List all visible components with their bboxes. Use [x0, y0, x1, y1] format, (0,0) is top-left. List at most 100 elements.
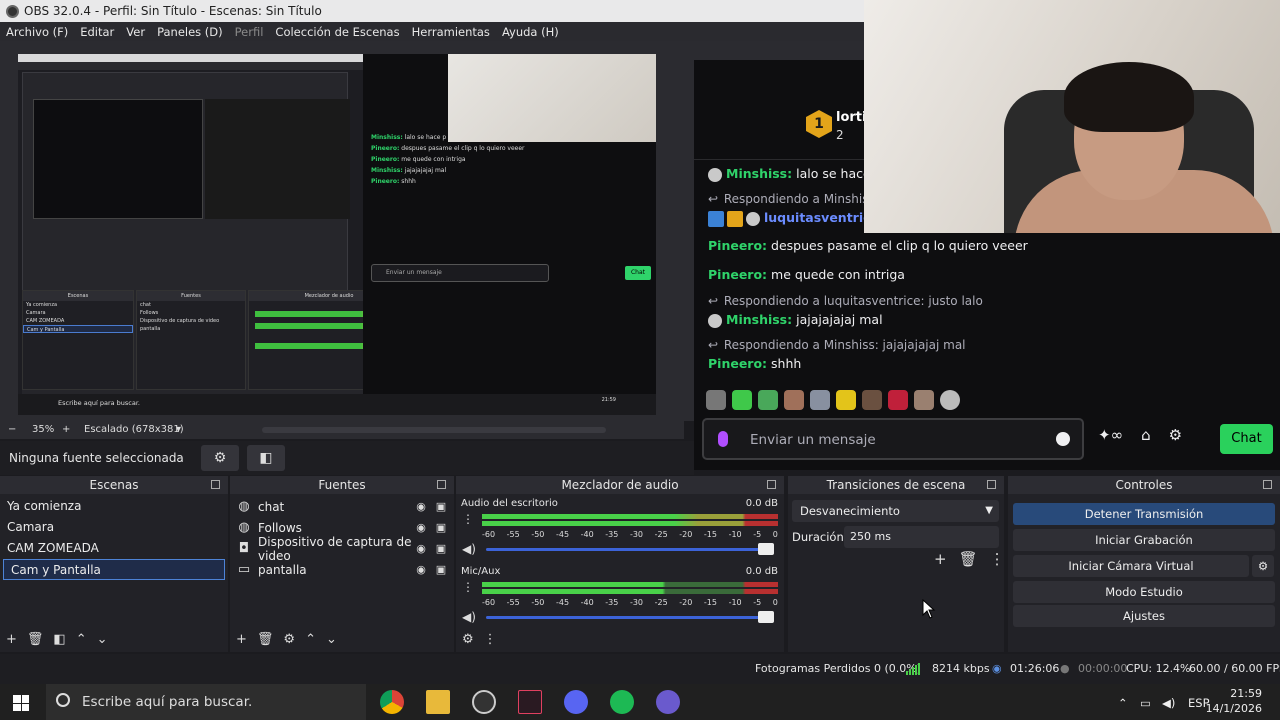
- obs-taskbar-icon[interactable]: [472, 690, 496, 714]
- trash-icon[interactable]: 🗑: [959, 550, 978, 568]
- source-filters-button[interactable]: ◧: [247, 445, 285, 471]
- duration-input[interactable]: 250 ms: [844, 526, 999, 548]
- move-down-icon[interactable]: ⌄: [326, 632, 337, 647]
- scene-item[interactable]: Camara: [0, 517, 228, 538]
- zoom-in-icon[interactable]: +: [62, 424, 70, 435]
- file-explorer-icon[interactable]: [426, 690, 450, 714]
- speaker-icon[interactable]: ◀): [462, 542, 476, 556]
- source-item[interactable]: ◘ Dispositivo de captura de video ◉ ▣: [230, 535, 454, 563]
- media-player-icon[interactable]: [656, 690, 680, 714]
- settings-button[interactable]: Ajustes: [1013, 605, 1275, 627]
- emote-icon[interactable]: [732, 390, 752, 410]
- chrome-icon[interactable]: [380, 690, 404, 714]
- eye-icon[interactable]: ◉: [414, 563, 428, 576]
- stop-streaming-button[interactable]: Detener Transmisión: [1013, 503, 1275, 525]
- emote-icon[interactable]: [758, 390, 778, 410]
- volume-slider[interactable]: [486, 543, 774, 555]
- source-properties-button[interactable]: ⚙: [201, 445, 239, 471]
- network-icon[interactable]: ▭: [1140, 696, 1151, 710]
- popout-icon[interactable]: [437, 480, 446, 489]
- source-item[interactable]: ◍ chat ◉ ▣: [230, 496, 454, 517]
- emote-icon[interactable]: [862, 390, 882, 410]
- virtual-camera-settings-button[interactable]: ⚙: [1252, 555, 1274, 577]
- scene-item-selected[interactable]: Cam y Pantalla: [3, 559, 225, 580]
- popout-icon[interactable]: [987, 480, 996, 489]
- tray-chevron-icon[interactable]: ⌃: [1118, 696, 1128, 710]
- menu-icon[interactable]: ⋮: [484, 632, 497, 647]
- popout-icon[interactable]: [767, 480, 776, 489]
- chevron-down-icon: ▼: [985, 505, 993, 516]
- menu-editar[interactable]: Editar: [80, 25, 114, 39]
- preview-scrollbar[interactable]: [262, 427, 606, 433]
- lock-icon[interactable]: ▣: [434, 521, 448, 534]
- scene-item[interactable]: Ya comienza: [0, 496, 228, 517]
- move-up-icon[interactable]: ⌃: [76, 632, 87, 647]
- start-virtual-camera-button[interactable]: Iniciar Cámara Virtual: [1013, 555, 1249, 577]
- zoom-out-icon[interactable]: −: [8, 424, 16, 435]
- preview-canvas[interactable]: Escenas Ya comienza Camara CAM ZOMEADA C…: [18, 54, 656, 415]
- volume-icon[interactable]: ◀): [1162, 696, 1175, 710]
- filter-icon[interactable]: ◧: [53, 632, 65, 647]
- emote-icon[interactable]: [888, 390, 908, 410]
- lock-icon[interactable]: ▣: [434, 500, 448, 513]
- menu-coleccion-escenas[interactable]: Colección de Escenas: [275, 25, 399, 39]
- scene-item[interactable]: CAM ZOMEADA: [0, 538, 228, 559]
- eye-icon[interactable]: ◉: [414, 500, 428, 513]
- emote-icon[interactable]: [784, 390, 804, 410]
- lock-icon[interactable]: ▣: [434, 563, 448, 576]
- studio-mode-button[interactable]: Modo Estudio: [1013, 581, 1275, 603]
- add-icon[interactable]: +: [236, 632, 247, 647]
- bits-icon[interactable]: ✦∞: [1098, 426, 1123, 444]
- add-icon[interactable]: +: [934, 550, 947, 568]
- popout-icon[interactable]: [211, 480, 220, 489]
- eye-icon[interactable]: ◉: [414, 542, 428, 555]
- eye-icon[interactable]: ◉: [414, 521, 428, 534]
- transition-select[interactable]: Desvanecimiento ▼: [792, 500, 999, 522]
- chat-message-input[interactable]: Enviar un mensaje: [702, 418, 1084, 460]
- volume-knob[interactable]: [758, 611, 774, 623]
- emote-icon[interactable]: [810, 390, 830, 410]
- lock-icon[interactable]: ▣: [434, 542, 448, 555]
- menu-herramientas[interactable]: Herramientas: [412, 25, 490, 39]
- scale-dropdown-icon[interactable]: ▾: [176, 424, 181, 435]
- emote-icon[interactable]: [836, 390, 856, 410]
- trash-icon[interactable]: 🗑: [257, 632, 274, 647]
- record-time: 00:00:00: [1078, 662, 1128, 675]
- spotify-icon[interactable]: [610, 690, 634, 714]
- volume-knob[interactable]: [758, 543, 774, 555]
- source-item[interactable]: ▭ pantalla ◉ ▣: [230, 559, 454, 580]
- windows-start-icon[interactable]: [13, 695, 29, 711]
- move-up-icon[interactable]: ⌃: [305, 632, 316, 647]
- menu-ayuda[interactable]: Ayuda (H): [502, 25, 559, 39]
- microphone-icon[interactable]: [718, 431, 728, 447]
- add-icon[interactable]: +: [6, 632, 17, 647]
- emote-icon[interactable]: [706, 390, 726, 410]
- emote-icon[interactable]: [914, 390, 934, 410]
- speaker-icon[interactable]: ◀): [462, 610, 476, 624]
- menu-paneles[interactable]: Paneles (D): [157, 25, 223, 39]
- menu-icon[interactable]: ⋮: [990, 550, 1005, 568]
- menu-perfil[interactable]: Perfil: [235, 25, 264, 39]
- channel-menu-icon[interactable]: ⋮: [462, 512, 474, 526]
- taskbar-search[interactable]: Escribe aquí para buscar.: [46, 684, 366, 720]
- store-icon[interactable]: ⌂: [1141, 426, 1151, 444]
- menu-archivo[interactable]: Archivo (F): [6, 25, 68, 39]
- taskbar-clock[interactable]: 21:59 14/1/2026: [1206, 686, 1262, 716]
- reply-arrow-icon: ↩: [708, 294, 719, 308]
- emoji-icon[interactable]: [1056, 432, 1070, 446]
- nested-webcam: [448, 54, 656, 142]
- gear-icon[interactable]: ⚙: [1169, 426, 1182, 444]
- move-down-icon[interactable]: ⌄: [97, 632, 108, 647]
- trash-icon[interactable]: 🗑: [27, 632, 44, 647]
- chat-send-button[interactable]: Chat: [1220, 424, 1273, 454]
- menu-ver[interactable]: Ver: [126, 25, 145, 39]
- volume-slider[interactable]: [486, 611, 774, 623]
- start-recording-button[interactable]: Iniciar Grabación: [1013, 529, 1275, 551]
- advanced-audio-icon[interactable]: ⚙: [462, 632, 474, 647]
- gear-icon[interactable]: ⚙: [283, 632, 295, 647]
- capcut-icon[interactable]: [518, 690, 542, 714]
- channel-menu-icon[interactable]: ⋮: [462, 580, 474, 594]
- popout-icon[interactable]: [1263, 480, 1272, 489]
- discord-icon[interactable]: [564, 690, 588, 714]
- emote-icon[interactable]: [940, 390, 960, 410]
